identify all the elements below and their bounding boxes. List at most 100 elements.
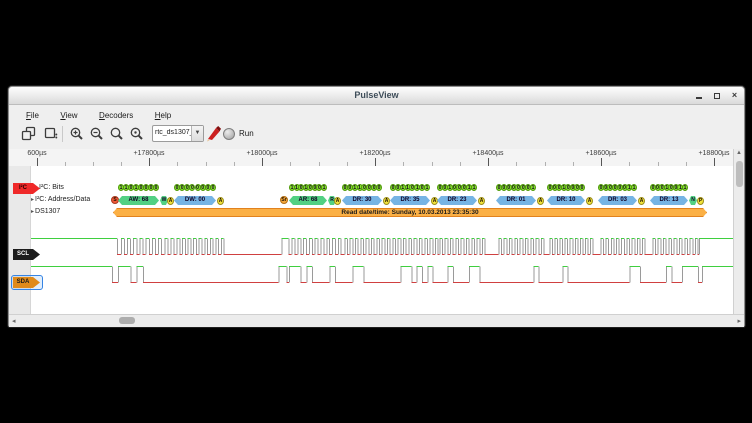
scroll-right-arrow-icon[interactable]: ▸ <box>737 317 741 325</box>
i2c-bit-annotation: 0 <box>195 184 201 191</box>
ruler-minor-tick <box>573 162 574 166</box>
i2c-bit-annotation: 1 <box>118 184 124 191</box>
close-button[interactable]: × <box>731 92 738 99</box>
i2c-bit-annotation: 0 <box>496 184 502 191</box>
minimize-button[interactable] <box>695 92 702 99</box>
i2c-bit-annotation: 1 <box>294 184 300 191</box>
i2c-ack-annotation: A <box>638 197 645 205</box>
i2c-byte-annotation: DR: 30 <box>342 196 382 205</box>
horizontal-scroll-thumb[interactable] <box>119 317 135 324</box>
new-session-button[interactable] <box>21 126 37 142</box>
maximize-button[interactable] <box>713 92 720 99</box>
i2c-bit-annotation: 1 <box>289 184 295 191</box>
menubar: File View Decoders Help <box>9 105 744 122</box>
i2c-ack-annotation: A <box>537 197 544 205</box>
menu-help[interactable]: Help <box>155 108 171 120</box>
i2c-bit-annotation: 1 <box>631 184 637 191</box>
i2c-bit-annotation: 0 <box>210 184 216 191</box>
i2c-restart-marker: Sr <box>280 196 288 204</box>
i2c-bit-annotation: 1 <box>424 184 430 191</box>
i2c-bit-annotation: 1 <box>561 184 567 191</box>
expand-arrow-icon[interactable]: ▸ <box>31 197 34 203</box>
i2c-bit-annotation: 1 <box>664 184 670 191</box>
zoom-fit-icon <box>109 126 125 142</box>
vertical-scroll-thumb[interactable] <box>736 161 743 187</box>
i2c-bit-annotation: 0 <box>547 184 553 191</box>
menu-file[interactable]: File <box>26 108 39 120</box>
i2c-ack-annotation: P <box>697 197 704 205</box>
i2c-byte-annotation: AR: 68 <box>289 196 327 205</box>
scroll-up-arrow-icon[interactable]: ▲ <box>734 150 744 156</box>
i2c-bit-annotation: 1 <box>400 184 406 191</box>
ruler-minor-tick <box>686 162 687 166</box>
ruler[interactable]: 600µs+17800µs+18000µs+18200µs+18400µs+18… <box>9 149 735 166</box>
i2c-ack-annotation: A <box>586 197 593 205</box>
i2c-bit-annotation: 0 <box>184 184 190 191</box>
add-decoder-button[interactable] <box>205 125 221 141</box>
session-file-select[interactable]: rtc_ds1307_2i ▼ <box>152 125 204 142</box>
decoder-row-ds1307[interactable]: ▸DS1307 <box>31 208 60 215</box>
i2c-bit-annotation: 0 <box>570 184 576 191</box>
i2c-bit-annotation: 1 <box>123 184 129 191</box>
ruler-label: +18000µs <box>246 150 277 157</box>
i2c-bit-annotation: 0 <box>307 184 313 191</box>
trace-view[interactable]: 600µs+17800µs+18000µs+18200µs+18400µs+18… <box>9 149 744 327</box>
zoom-one-to-one-button[interactable] <box>129 126 145 142</box>
menu-view[interactable]: View <box>60 108 77 120</box>
ruler-label: +18200µs <box>359 150 390 157</box>
i2c-bit-annotation: 0 <box>342 184 348 191</box>
run-button[interactable]: Run <box>223 124 269 143</box>
i2c-ack-annotation: A <box>334 197 341 205</box>
i2c-bit-annotation: 1 <box>471 184 477 191</box>
i2c-bit-annotation: 0 <box>456 184 462 191</box>
signal-tag-scl[interactable]: SCL <box>13 249 40 260</box>
chevron-down-icon[interactable]: ▼ <box>191 126 203 141</box>
zoom-fit-button[interactable] <box>109 126 125 142</box>
i2c-bit-annotation: 0 <box>622 184 628 191</box>
horizontal-scrollbar[interactable]: ◂ ▸ <box>9 314 744 327</box>
decoder-annotations: SSr11010000AW: 68WA00000000DW: 00A110100… <box>9 149 735 314</box>
i2c-bit-annotation: 0 <box>371 184 377 191</box>
probe-icon <box>205 125 223 143</box>
i2c-bit-annotation: 1 <box>303 184 309 191</box>
waveforms <box>9 149 744 327</box>
new-session-icon <box>21 126 37 142</box>
i2c-flag-annotation: W <box>160 196 168 205</box>
ruler-label: +17800µs <box>133 150 164 157</box>
ruler-minor-tick <box>658 162 659 166</box>
i2c-bit-annotation: 1 <box>466 184 472 191</box>
signal-tag-sda[interactable]: SDA <box>13 277 40 288</box>
vertical-scrollbar[interactable]: ▲ <box>733 149 744 314</box>
decoder-row-i2c-address-data[interactable]: ▸I²C: Address/Data <box>31 196 90 203</box>
titlebar[interactable]: PulseView × <box>9 87 744 105</box>
i2c-bit-annotation: 0 <box>655 184 661 191</box>
ruler-label: 600µs <box>27 150 46 157</box>
i2c-bit-annotation: 0 <box>347 184 353 191</box>
menu-decoders[interactable]: Decoders <box>99 108 133 120</box>
i2c-ack-annotation: A <box>383 197 390 205</box>
ds1307-annotation: Read date/time: Sunday, 10.03.2013 23:35… <box>113 208 707 217</box>
i2c-bit-annotation: 0 <box>650 184 656 191</box>
decoder-tag-i2c[interactable]: I²C <box>13 183 40 194</box>
run-button-label: Run <box>239 129 254 138</box>
new-view-button[interactable] <box>43 126 59 142</box>
i2c-flag-annotation: N <box>689 196 697 205</box>
pulseview-window: PulseView × File View Decoders Help <box>8 86 745 327</box>
i2c-bit-annotation: 0 <box>673 184 679 191</box>
ruler-minor-tick <box>516 162 517 166</box>
i2c-byte-annotation: AW: 68 <box>118 196 159 205</box>
zoom-out-button[interactable] <box>89 126 105 142</box>
zoom-in-button[interactable] <box>69 126 85 142</box>
scroll-left-arrow-icon[interactable]: ◂ <box>12 317 16 325</box>
i2c-bit-annotation: 0 <box>612 184 618 191</box>
ruler-minor-tick <box>460 162 461 166</box>
ruler-label: +18400µs <box>472 150 503 157</box>
i2c-ack-annotation: A <box>217 197 224 205</box>
i2c-bit-annotation: 1 <box>677 184 683 191</box>
i2c-bit-annotation: 0 <box>148 184 154 191</box>
i2c-bit-annotation: 0 <box>598 184 604 191</box>
expand-arrow-icon[interactable]: ▸ <box>31 209 34 215</box>
decoder-row-i2c-bits[interactable]: I²C: Bits <box>39 184 64 191</box>
zoom-in-icon <box>69 126 85 142</box>
i2c-bit-annotation: 0 <box>452 184 458 191</box>
